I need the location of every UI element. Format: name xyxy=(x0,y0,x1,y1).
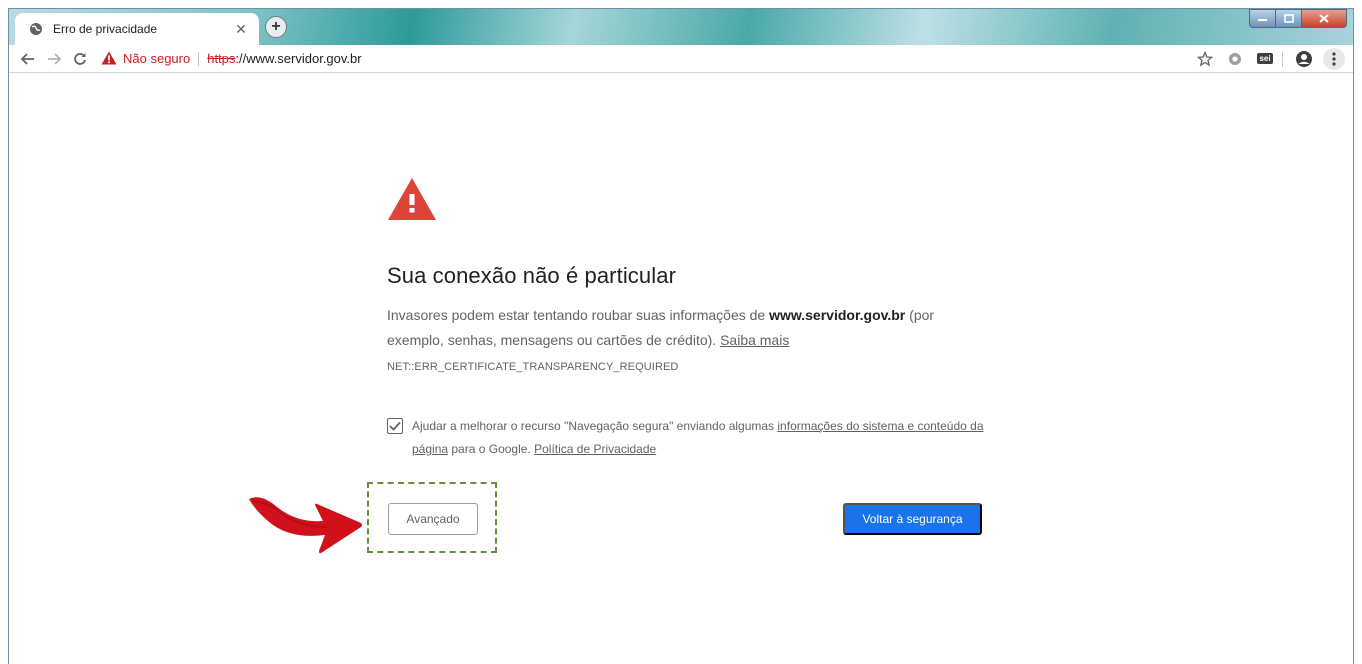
title-bar: Erro de privacidade ✕ + xyxy=(9,9,1353,45)
minimize-button[interactable] xyxy=(1249,9,1276,28)
page-title: Sua conexão não é particular xyxy=(387,263,676,288)
optin-text-before: Ajudar a melhorar o recurso "Navegação s… xyxy=(412,419,778,433)
extension-gear-icon[interactable] xyxy=(1222,47,1248,71)
back-button[interactable] xyxy=(15,47,41,71)
error-code: NET::ERR_CERTIFICATE_TRANSPARENCY_REQUIR… xyxy=(387,361,679,373)
optin-label: Ajudar a melhorar o recurso "Navegação s… xyxy=(412,415,987,461)
url-text[interactable]: https://www.servidor.gov.br xyxy=(207,51,361,66)
minimize-icon xyxy=(1258,18,1267,21)
maximize-icon xyxy=(1283,14,1294,23)
warning-triangle-icon xyxy=(388,178,436,220)
url-host: ://www.servidor.gov.br xyxy=(235,51,362,66)
safe-browsing-optin: Ajudar a melhorar o recurso "Navegação s… xyxy=(387,415,987,461)
reload-button[interactable] xyxy=(67,47,93,71)
not-secure-label[interactable]: Não seguro xyxy=(123,51,190,66)
safe-browsing-checkbox[interactable] xyxy=(387,418,403,434)
browser-window: Erro de privacidade ✕ + Não seguro https… xyxy=(8,8,1354,664)
error-description: Invasores podem estar tentando roubar su… xyxy=(387,303,987,353)
url-scheme: https xyxy=(207,51,236,66)
arrow-right-icon xyxy=(48,52,61,65)
window-close-button[interactable] xyxy=(1302,9,1347,28)
new-tab-button[interactable]: + xyxy=(265,16,287,38)
toolbar: Não seguro https://www.servidor.gov.br s… xyxy=(9,45,1353,73)
divider xyxy=(198,51,200,66)
sei-extension-icon[interactable]: sei xyxy=(1252,47,1278,71)
address-bar[interactable]: Não seguro https://www.servidor.gov.br xyxy=(101,47,1188,71)
menu-button[interactable] xyxy=(1321,47,1347,71)
advanced-button[interactable]: Avançado xyxy=(388,503,478,535)
more-vert-icon xyxy=(1323,47,1345,70)
toolbar-actions: sei xyxy=(1188,47,1347,71)
checkmark-icon xyxy=(389,421,401,431)
window-controls xyxy=(1249,9,1347,29)
maximize-button[interactable] xyxy=(1276,9,1302,28)
privacy-policy-link[interactable]: Política de Privacidade xyxy=(534,442,656,456)
reload-icon xyxy=(74,52,86,65)
forward-button[interactable] xyxy=(41,47,67,71)
account-icon[interactable] xyxy=(1291,47,1317,71)
desc-domain: www.servidor.gov.br xyxy=(769,307,906,323)
toolbar-divider xyxy=(1282,50,1283,67)
optin-text-middle: para o Google. xyxy=(448,442,535,456)
arrow-left-icon xyxy=(21,52,34,65)
red-arrow-annotation-icon xyxy=(249,497,362,554)
close-window-icon xyxy=(1319,14,1329,23)
sei-extension-label: sei xyxy=(1257,53,1273,64)
globe-icon xyxy=(29,22,43,36)
tab-erro-de-privacidade[interactable]: Erro de privacidade ✕ xyxy=(15,13,259,45)
desc-text-before: Invasores podem estar tentando roubar su… xyxy=(387,307,770,323)
interstitial-page: Sua conexão não é particular Invasores p… xyxy=(9,73,1353,664)
close-icon[interactable]: ✕ xyxy=(233,21,249,38)
bookmark-star-icon[interactable] xyxy=(1192,47,1218,71)
tab-title: Erro de privacidade xyxy=(53,22,158,36)
warning-icon xyxy=(101,51,117,67)
learn-more-link[interactable]: Saiba mais xyxy=(720,332,789,348)
back-to-safety-button[interactable]: Voltar à segurança xyxy=(843,503,982,535)
